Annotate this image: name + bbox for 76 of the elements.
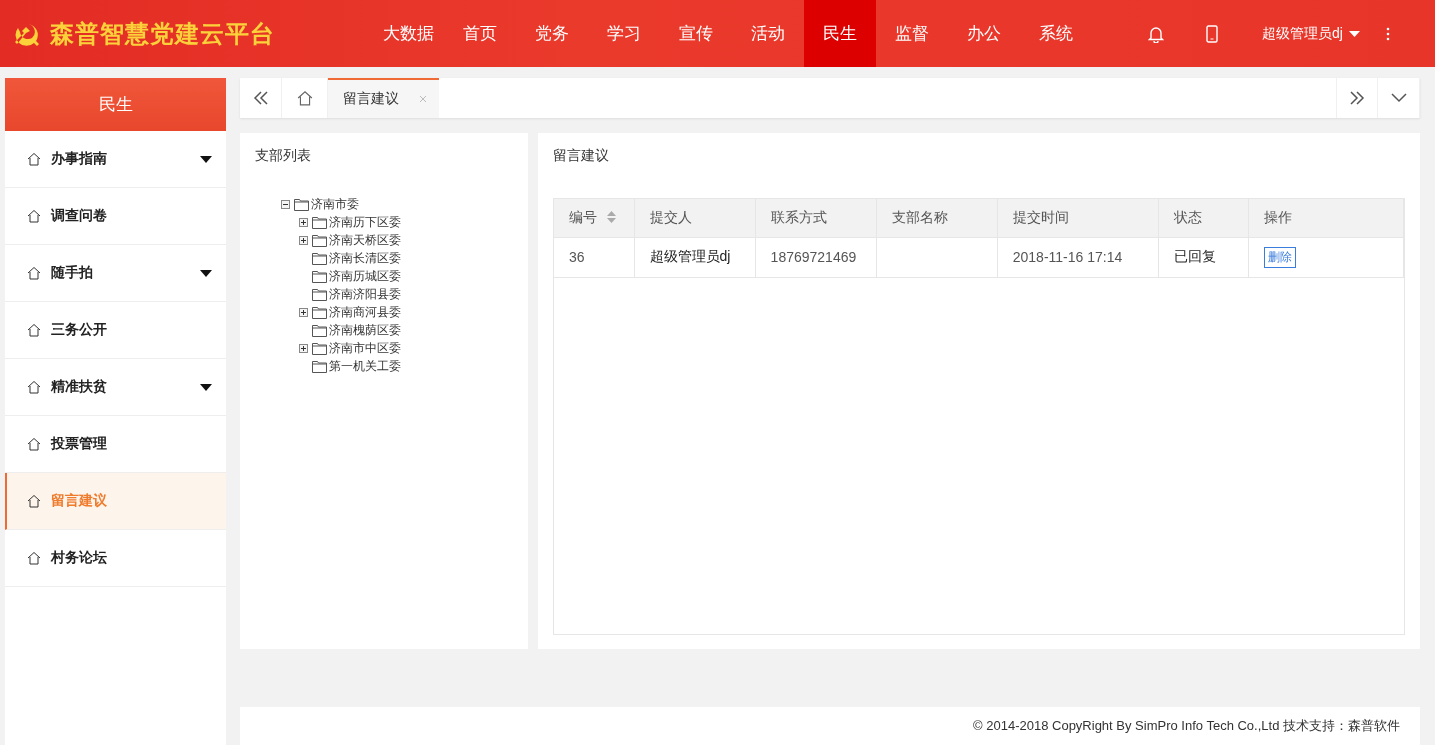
panel-title: 留言建议 (553, 147, 610, 165)
bell-icon[interactable] (1148, 24, 1164, 43)
double-chevron-left-icon (252, 91, 269, 105)
double-chevron-right-icon (1349, 91, 1365, 105)
home-icon (27, 266, 41, 280)
home-icon (27, 551, 41, 565)
app-title: 森普智慧党建云平台 (50, 18, 275, 49)
expand-icon[interactable] (299, 307, 308, 317)
column-header: 联系方式 (755, 199, 877, 237)
table-cell: 36 (554, 237, 635, 277)
home-icon (27, 209, 41, 223)
nav-item[interactable]: 办公 (948, 0, 1020, 67)
column-header: 支部名称 (876, 199, 998, 237)
home-icon (296, 90, 313, 106)
tree-node-label[interactable]: 济南历城区委 (329, 267, 401, 285)
column-header: 提交时间 (997, 199, 1159, 237)
nav-item[interactable]: 系统 (1020, 0, 1092, 67)
column-header: 提交人 (634, 199, 756, 237)
footer-text: © 2014-2018 CopyRight By SimPro Info Tech Co.,Ltd 技术支持：森普软件 (240, 707, 1420, 745)
phone-icon[interactable] (1206, 24, 1218, 43)
expand-icon[interactable] (299, 217, 308, 227)
nav-item[interactable]: 监督 (876, 0, 948, 67)
sidebar-title: 民生 (5, 78, 226, 131)
table-cell: 2018-11-16 17:14 (997, 237, 1159, 277)
more-icon[interactable] (1385, 26, 1390, 41)
folder-icon (312, 341, 327, 355)
folder-icon (312, 323, 327, 337)
column-header: 状态 (1158, 199, 1249, 237)
panel-title: 支部列表 (255, 147, 312, 165)
home-icon (27, 494, 41, 508)
expand-icon[interactable] (299, 343, 308, 353)
tree-node-label[interactable]: 济南济阳县委 (329, 285, 401, 303)
caret-icon (1348, 30, 1360, 37)
tab[interactable]: 留言建议 (328, 78, 439, 118)
user-menu[interactable]: 超级管理员dj (1262, 24, 1360, 43)
collapse-icon[interactable] (281, 199, 290, 209)
tree-node-label[interactable]: 济南商河县委 (329, 303, 401, 321)
nav-item[interactable]: 首页 (444, 0, 516, 67)
table-cell: 已回复 (1158, 237, 1249, 277)
folder-icon (294, 197, 309, 211)
table-cell: 超级管理员dj (634, 237, 756, 277)
chevron-down-icon (1390, 93, 1407, 103)
folder-icon (312, 269, 327, 283)
folder-icon (312, 359, 327, 373)
folder-icon (312, 287, 327, 301)
nav-item[interactable]: 学习 (588, 0, 660, 67)
nav-item[interactable]: 民生 (804, 0, 876, 67)
nav-item[interactable]: 党务 (516, 0, 588, 67)
nav-item[interactable]: 宣传 (660, 0, 732, 67)
nav-item[interactable]: 大数据 (372, 0, 444, 67)
tree-node-label[interactable]: 济南槐荫区委 (329, 321, 401, 339)
delete-button[interactable]: 删除 (1263, 246, 1296, 268)
expand-icon[interactable] (299, 235, 308, 245)
table-cell: 18769721469 (755, 237, 877, 277)
home-icon (27, 437, 41, 451)
scroll-right-button[interactable] (1336, 78, 1378, 118)
tree-node-label[interactable]: 济南天桥区委 (329, 231, 401, 249)
home-button[interactable] (282, 78, 328, 118)
tree-node-label[interactable]: 第一机关工委 (329, 357, 401, 375)
column-header: 操作 (1248, 199, 1404, 237)
tree-node-label[interactable]: 济南历下区委 (329, 213, 401, 231)
tree-node-label[interactable]: 济南长清区委 (329, 249, 401, 267)
folder-icon (312, 251, 327, 265)
home-icon (27, 323, 41, 337)
folder-icon (312, 215, 327, 229)
folder-icon (312, 305, 327, 319)
home-icon (27, 380, 41, 394)
folder-icon (312, 233, 327, 247)
home-icon (27, 152, 41, 166)
scroll-left-button[interactable] (240, 78, 282, 118)
dropdown-button[interactable] (1378, 78, 1420, 118)
column-header[interactable]: 编号 (554, 199, 635, 237)
tree-node-label[interactable]: 济南市委 (311, 195, 359, 213)
nav-item[interactable]: 活动 (732, 0, 804, 67)
tree-node-label[interactable]: 济南市中区委 (329, 339, 401, 357)
tab-label: 留言建议 (343, 90, 399, 108)
